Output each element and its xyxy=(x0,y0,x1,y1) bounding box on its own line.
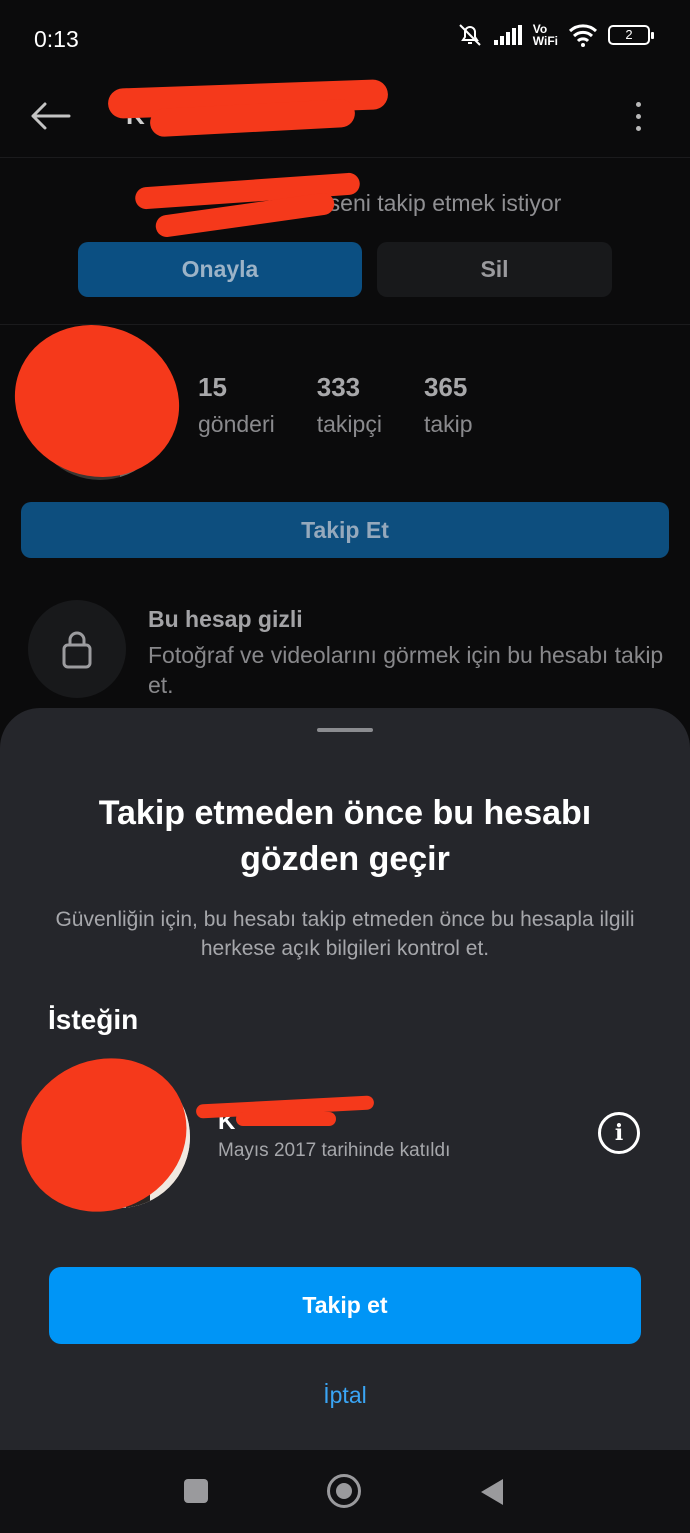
arrow-left-icon xyxy=(31,102,71,130)
back-button[interactable] xyxy=(26,92,74,140)
follow-confirm-button[interactable]: Takip et xyxy=(49,1267,641,1344)
recent-apps-icon[interactable] xyxy=(184,1479,208,1503)
sheet-title: Takip etmeden önce bu hesabı gözden geçi… xyxy=(98,794,592,878)
delete-button[interactable]: Sil xyxy=(377,242,612,297)
status-time: 0:13 xyxy=(34,26,79,52)
cancel-button[interactable]: İptal xyxy=(0,1382,690,1409)
redaction-mark xyxy=(236,1112,336,1126)
account-joined-date: Mayıs 2017 tarihinde katıldı xyxy=(218,1140,451,1161)
lock-badge xyxy=(28,600,126,698)
system-nav-bar xyxy=(0,1450,690,1533)
stat-followers[interactable]: 333 takipçi xyxy=(317,372,382,438)
stat-posts[interactable]: 15 gönderi xyxy=(198,372,275,438)
signal-icon xyxy=(493,25,522,45)
approve-button[interactable]: Onayla xyxy=(78,242,362,297)
stat-value: 333 xyxy=(316,372,361,402)
stat-label: gönderi xyxy=(198,411,275,437)
top-nav: K xyxy=(0,79,690,158)
vowifi-indicator: Vo WiFi xyxy=(533,23,558,47)
home-icon[interactable] xyxy=(327,1474,361,1508)
stat-value: 15 xyxy=(198,372,227,402)
follow-button[interactable]: Takip Et xyxy=(21,502,669,558)
dot-icon xyxy=(635,125,641,131)
status-icons: Vo WiFi 2 xyxy=(457,22,654,48)
sheet-description: Güvenliğin için, bu hesabı takip etmeden… xyxy=(55,908,635,960)
private-description: Fotoğraf ve videolarını görmek için bu h… xyxy=(148,642,664,698)
lock-icon xyxy=(62,631,92,669)
battery-icon: 2 xyxy=(608,25,654,45)
back-triangle-icon[interactable] xyxy=(481,1479,503,1505)
follow-request-text: seni takip etmek istiyor xyxy=(328,190,562,216)
sheet-drag-handle[interactable] xyxy=(317,728,373,732)
profile-stats: 15 gönderi 333 takipçi 365 takip xyxy=(198,372,473,438)
stat-value: 365 xyxy=(423,372,468,402)
info-icon[interactable]: i xyxy=(598,1112,640,1154)
stat-label: takip xyxy=(423,411,473,437)
mute-icon xyxy=(459,24,481,46)
stat-following[interactable]: 365 takip xyxy=(424,372,473,438)
vowifi-line2: WiFi xyxy=(532,34,558,48)
dot-icon xyxy=(635,101,641,107)
status-bar: 0:13 Vo WiFi 2 xyxy=(0,0,690,80)
wifi-icon xyxy=(568,24,598,47)
review-account-sheet: Takip etmeden önce bu hesabı gözden geçi… xyxy=(0,708,690,1450)
dot-icon xyxy=(635,113,641,119)
stat-label: takipçi xyxy=(316,411,382,437)
private-title: Bu hesap gizli xyxy=(148,606,303,632)
request-section-label: İsteğin xyxy=(48,1004,139,1035)
more-options-button[interactable] xyxy=(626,94,650,138)
redaction-mark xyxy=(0,302,201,500)
